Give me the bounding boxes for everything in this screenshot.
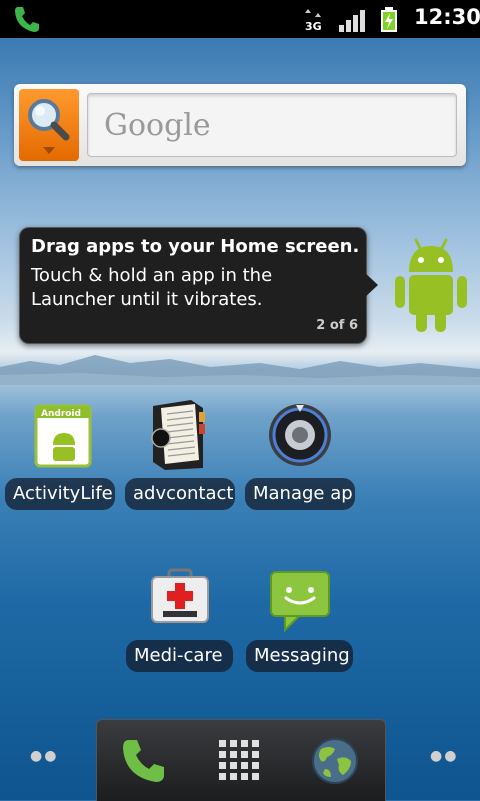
search-input[interactable]: Google	[87, 93, 457, 157]
phone-dialer-icon[interactable]	[119, 736, 169, 786]
app-label: Messaging	[246, 640, 353, 672]
signal-strength-icon	[339, 10, 365, 32]
page-indicator-right[interactable]: ●●	[430, 748, 458, 764]
app-activitylife[interactable]: Android ActivityLife	[5, 400, 115, 510]
tip-body: Touch & hold an app in the Launcher unti…	[31, 265, 273, 310]
app-messaging[interactable]: Messaging	[245, 566, 355, 672]
first-aid-kit-icon	[151, 568, 209, 623]
app-label: advcontact	[125, 478, 235, 510]
launcher-dock	[96, 719, 386, 801]
app-label: Manage ap	[245, 478, 355, 510]
svg-text:3G: 3G	[305, 20, 322, 32]
network-3g-icon: 3G	[305, 9, 322, 32]
page-indicator-left[interactable]: ●●	[30, 748, 58, 764]
app-drawer-grid-icon[interactable]	[219, 740, 259, 780]
address-book-icon	[151, 400, 205, 470]
app-advcontact[interactable]: advcontact	[125, 398, 235, 510]
tip-title: Drag apps to your Home screen.	[31, 236, 360, 257]
help-tip-bubble[interactable]: Drag apps to your Home screen. Touch & h…	[19, 227, 367, 344]
wallpaper-mountains	[0, 355, 480, 385]
app-label: Medi-care	[126, 640, 233, 672]
google-search-widget[interactable]: Google	[14, 84, 466, 166]
svg-text:Android: Android	[41, 409, 81, 419]
speech-bubble-icon	[270, 571, 330, 632]
phone-call-icon	[15, 7, 39, 32]
search-placeholder: Google	[104, 108, 211, 143]
settings-dial-icon	[269, 404, 331, 466]
app-medi-care[interactable]: Medi-care	[125, 566, 235, 672]
app-label: ActivityLife	[5, 478, 115, 510]
clock: 12:30	[414, 5, 480, 29]
browser-globe-icon[interactable]	[311, 737, 359, 785]
tip-arrow	[364, 272, 378, 298]
status-bar: 3G 12:30	[0, 0, 480, 38]
android-package-icon: Android	[34, 404, 92, 468]
search-button[interactable]	[19, 89, 79, 161]
android-robot-icon	[395, 238, 467, 332]
app-manage-applications[interactable]: Manage ap	[245, 400, 355, 510]
magnifier-icon	[28, 99, 70, 154]
battery-charging-icon	[381, 7, 397, 32]
tip-page-indicator: 2 of 6	[316, 318, 358, 333]
